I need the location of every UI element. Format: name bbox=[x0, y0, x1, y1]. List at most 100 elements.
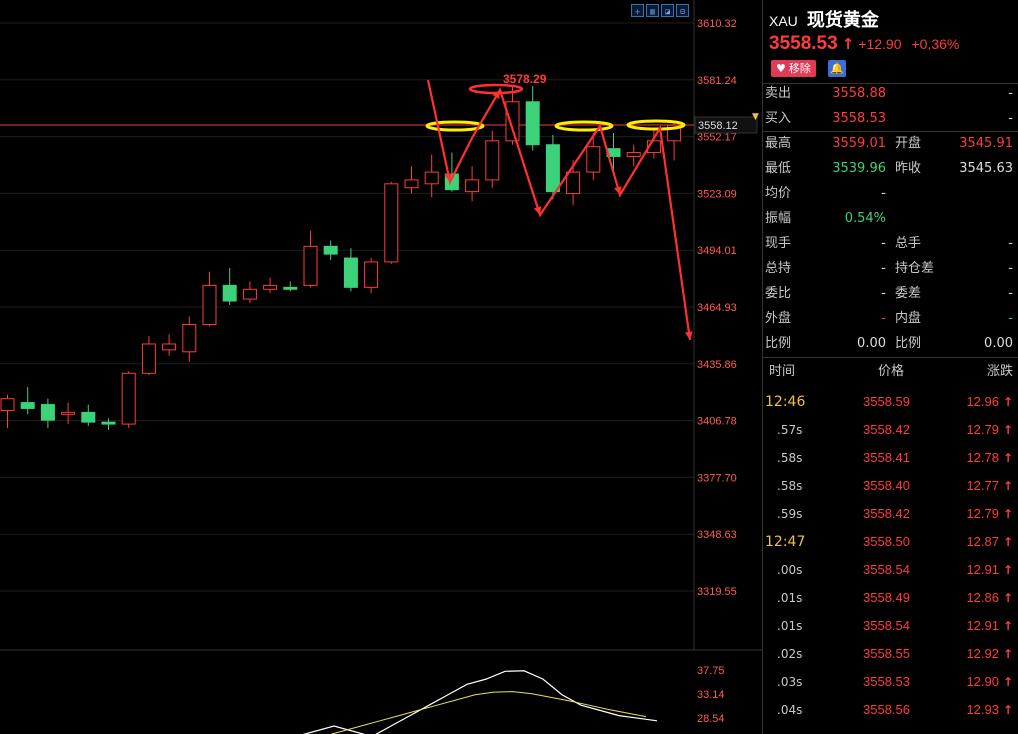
candle-up bbox=[162, 343, 177, 351]
candle-down bbox=[101, 421, 116, 425]
price-row: 3558.53 ↑ +12.90 +0.36% bbox=[769, 33, 969, 55]
tick-row: .01s 3558.49 12.86 ↑ bbox=[763, 584, 1018, 612]
candle-up bbox=[303, 245, 318, 286]
sub-y-tick-label: 28.54 bbox=[697, 713, 725, 725]
candle-up bbox=[141, 343, 156, 374]
arrow-up-icon: ↑ bbox=[1002, 647, 1013, 661]
quote-value: 0.00 bbox=[984, 336, 1013, 351]
tick-change: 12.79 bbox=[966, 506, 999, 521]
chart-mode-icon[interactable]: ▥ bbox=[646, 4, 659, 17]
y-tick-label: 3406.78 bbox=[697, 416, 737, 428]
chart-toolbar: ✛ ▥ ◪ ⊟ bbox=[631, 4, 689, 18]
arrow-up-icon: ↑ bbox=[841, 35, 855, 53]
quote-value: 3559.01 bbox=[832, 136, 886, 151]
quote-label: 持仓差 bbox=[895, 261, 935, 276]
tick-change: 12.96 bbox=[966, 394, 999, 409]
quote-row: 最高 3559.01 开盘 3545.91 bbox=[763, 132, 1018, 156]
tick-change: 12.91 bbox=[966, 618, 999, 633]
y-tick-label: 3494.01 bbox=[697, 245, 737, 257]
quote-value: 3545.91 bbox=[959, 136, 1013, 151]
tick-row: 12:46 3558.59 12.96 ↑ bbox=[763, 388, 1018, 416]
price-change-pct: +0.36% bbox=[911, 36, 960, 52]
arrow-up-icon: ↑ bbox=[1002, 675, 1013, 689]
arrow-up-icon: ↑ bbox=[1002, 451, 1013, 465]
quote-row: 卖出 3558.88 - bbox=[763, 82, 1018, 106]
candle-up bbox=[0, 398, 15, 411]
tick-time: .57s bbox=[777, 423, 803, 437]
remove-label: 移除 bbox=[788, 62, 811, 75]
tick-header-time: 时间 bbox=[769, 364, 796, 379]
symbol-code: XAU bbox=[769, 13, 798, 29]
y-tick-label: 3319.55 bbox=[697, 586, 737, 598]
tick-price: 3558.40 bbox=[863, 478, 910, 493]
tick-price: 3558.42 bbox=[863, 506, 910, 521]
tick-header-price: 价格 bbox=[878, 364, 905, 379]
alert-bell-button[interactable]: 🔔 bbox=[827, 60, 846, 77]
tick-price: 3558.56 bbox=[863, 702, 910, 717]
candle-up bbox=[424, 171, 439, 185]
tick-price: 3558.53 bbox=[863, 674, 910, 689]
quote-value: - bbox=[1008, 86, 1013, 101]
y-tick-label: 3523.09 bbox=[697, 188, 737, 200]
candle-up bbox=[384, 183, 399, 263]
quote-value: - bbox=[881, 311, 886, 326]
crosshair-icon[interactable]: ✛ bbox=[631, 4, 644, 17]
settings-icon[interactable]: ⊟ bbox=[676, 4, 689, 17]
tick-price: 3558.54 bbox=[863, 618, 910, 633]
sub-y-tick-label: 33.14 bbox=[697, 689, 725, 701]
tick-price: 3558.49 bbox=[863, 590, 910, 605]
tick-change: 12.90 bbox=[966, 674, 999, 689]
draw-tool-icon[interactable]: ◪ bbox=[661, 4, 674, 17]
candle-down bbox=[283, 286, 298, 290]
current-price-tag: 3558.12 bbox=[698, 120, 738, 132]
tick-price: 3558.41 bbox=[863, 450, 910, 465]
price-change: +12.90 bbox=[858, 36, 902, 52]
tick-change: 12.78 bbox=[966, 450, 999, 465]
candle-up bbox=[263, 284, 278, 290]
quote-label: 总手 bbox=[895, 236, 922, 251]
candle-down bbox=[81, 411, 96, 423]
tick-price: 3558.42 bbox=[863, 422, 910, 437]
tick-time: .01s bbox=[777, 619, 803, 633]
tick-price: 3558.59 bbox=[863, 394, 910, 409]
arrow-up-icon: ↑ bbox=[1002, 591, 1013, 605]
y-tick-label: 3610.32 bbox=[697, 18, 737, 30]
candle-down bbox=[525, 101, 540, 146]
candle-down bbox=[222, 284, 237, 302]
quote-value: 0.54% bbox=[844, 211, 886, 226]
quote-value: - bbox=[1008, 236, 1013, 251]
quote-value: - bbox=[881, 286, 886, 301]
arrow-up-icon: ↑ bbox=[1002, 535, 1013, 549]
quote-row: 振幅 0.54% bbox=[763, 207, 1018, 231]
tick-row: .04s 3558.56 12.93 ↑ bbox=[763, 696, 1018, 724]
candle-up bbox=[485, 140, 500, 181]
high-label: 3578.29 bbox=[503, 72, 547, 86]
candle-up bbox=[586, 146, 601, 173]
heart-icon: ♥ bbox=[776, 62, 786, 75]
quote-row: 均价 - bbox=[763, 182, 1018, 206]
instrument-name: 现货黄金 bbox=[806, 10, 879, 31]
candle-up bbox=[404, 179, 419, 189]
tick-header-change: 涨跌 bbox=[986, 364, 1013, 379]
tick-row: .57s 3558.42 12.79 ↑ bbox=[763, 416, 1018, 444]
tick-row: .59s 3558.42 12.79 ↑ bbox=[763, 500, 1018, 528]
tick-row: .58s 3558.41 12.78 ↑ bbox=[763, 444, 1018, 472]
arrow-up-icon: ↑ bbox=[1002, 619, 1013, 633]
y-tick-label: 3435.86 bbox=[697, 359, 737, 371]
tick-change: 12.79 bbox=[966, 422, 999, 437]
chart-canvas[interactable]: 3610.323581.243552.173523.093494.013464.… bbox=[0, 0, 762, 734]
candle-up bbox=[505, 101, 520, 142]
tick-change: 12.86 bbox=[966, 590, 999, 605]
quote-label: 卖出 bbox=[765, 86, 792, 101]
arrow-up-icon: ↑ bbox=[1002, 395, 1013, 409]
tick-change: 12.93 bbox=[966, 702, 999, 717]
divider bbox=[763, 357, 1018, 358]
tick-row: .58s 3558.40 12.77 ↑ bbox=[763, 472, 1018, 500]
trend-arrow-path bbox=[426, 79, 692, 341]
tick-row: .01s 3558.54 12.91 ↑ bbox=[763, 612, 1018, 640]
quote-value: 3558.88 bbox=[832, 86, 886, 101]
remove-watchlist-button[interactable]: ♥ 移除 bbox=[771, 60, 816, 77]
quote-value: - bbox=[881, 186, 886, 201]
candle-up bbox=[242, 288, 257, 300]
candlestick-chart[interactable]: 3610.32 3581.24 3552.17 3523.09 3494.01 3464.… bbox=[0, 0, 762, 734]
